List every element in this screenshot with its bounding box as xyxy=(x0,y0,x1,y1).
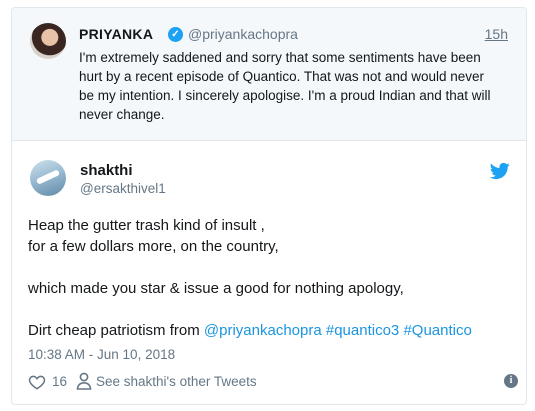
author-name[interactable]: shakthi xyxy=(80,162,133,179)
tweet-text: Heap the gutter trash kind of insult , f… xyxy=(28,215,518,341)
quoted-author-name[interactable]: PRIYANKA xyxy=(79,26,153,42)
tweet-line: for a few dollars more, on the country, xyxy=(28,238,279,255)
quoted-tweet[interactable]: PRIYANKA ✓ @priyankachopra 15h I'm extre… xyxy=(12,8,526,141)
hashtag-link[interactable]: #quantico3 xyxy=(326,322,399,339)
heart-icon[interactable] xyxy=(28,373,46,391)
avatar[interactable] xyxy=(30,160,66,196)
mention-link[interactable]: @priyankachopra xyxy=(204,322,322,339)
author-handle[interactable]: @ersakthivel1 xyxy=(80,181,166,196)
twitter-bird-icon[interactable] xyxy=(490,161,510,181)
tweet-actions: 16 See shakthi's other Tweets i xyxy=(28,371,518,393)
quoted-timestamp[interactable]: 15h xyxy=(485,26,508,42)
tweet-line: Heap the gutter trash kind of insult , xyxy=(28,217,265,234)
embedded-tweet-card: PRIYANKA ✓ @priyankachopra 15h I'm extre… xyxy=(11,7,527,405)
verified-icon: ✓ xyxy=(168,27,183,42)
person-icon[interactable] xyxy=(76,372,92,390)
quoted-tweet-text: I'm extremely saddened and sorry that so… xyxy=(79,50,491,122)
tweet-line: which made you star & issue a good for n… xyxy=(28,280,404,297)
tweet-line: Dirt cheap patriotism from @priyankachop… xyxy=(28,322,472,339)
quoted-avatar[interactable] xyxy=(30,23,66,59)
quoted-author-handle[interactable]: @priyankachopra xyxy=(188,26,298,42)
info-icon[interactable]: i xyxy=(504,374,518,388)
like-count[interactable]: 16 xyxy=(52,374,67,389)
hashtag-link[interactable]: #Quantico xyxy=(403,322,471,339)
tweet-date[interactable]: 10:38 AM - Jun 10, 2018 xyxy=(28,347,175,362)
see-other-tweets-link[interactable]: See shakthi's other Tweets xyxy=(96,374,257,389)
